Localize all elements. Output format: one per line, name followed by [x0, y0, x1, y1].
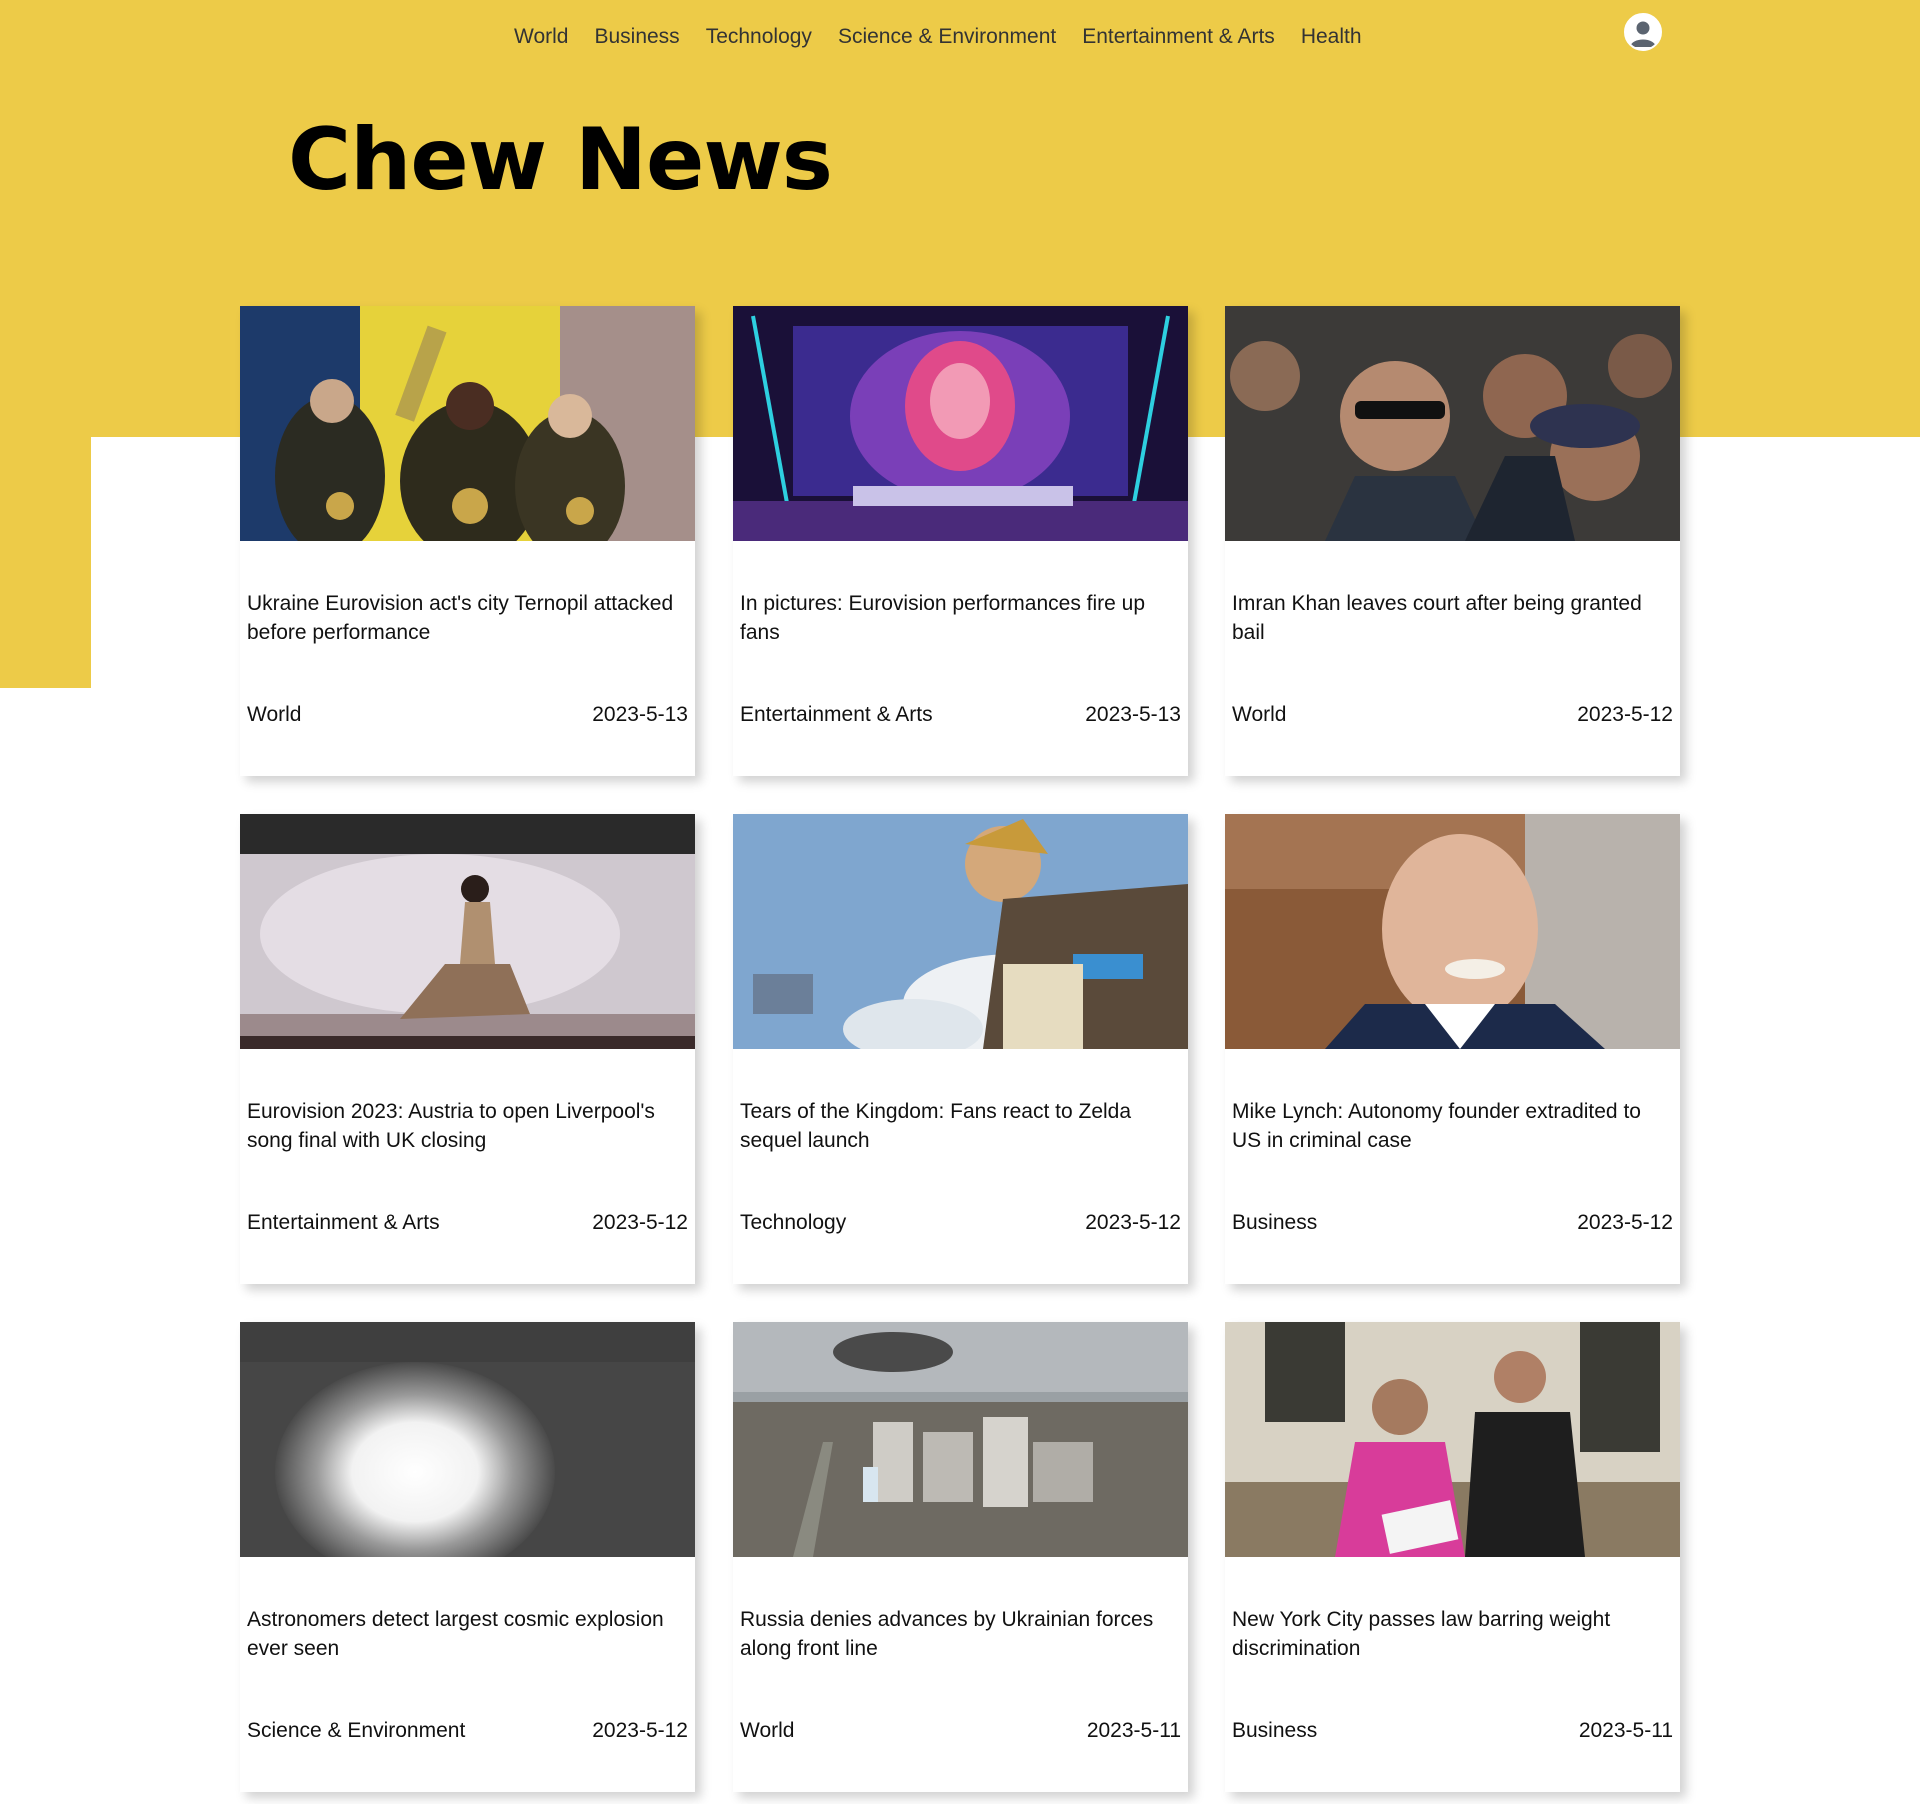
top-navigation: World Business Technology Science & Envi… — [0, 0, 1920, 74]
article-date: 2023-5-12 — [592, 1719, 688, 1742]
eurovision-performers-photo — [240, 306, 695, 541]
nav-item-world[interactable]: World — [501, 24, 581, 50]
article-category: Science & Environment — [247, 1719, 466, 1742]
article-category: Technology — [740, 1211, 847, 1234]
article-date: 2023-5-12 — [592, 1211, 688, 1234]
article-card[interactable]: Eurovision 2023: Austria to open Liverpo… — [240, 814, 695, 1284]
article-title[interactable]: Russia denies advances by Ukrainian forc… — [740, 1605, 1180, 1663]
article-card[interactable]: Imran Khan leaves court after being gran… — [1225, 306, 1680, 776]
article-card[interactable]: In pictures: Eurovision performances fir… — [733, 306, 1188, 776]
nav-item-science-environment[interactable]: Science & Environment — [825, 24, 1069, 50]
article-date: 2023-5-13 — [592, 703, 688, 726]
eurovision-stage-photo — [733, 306, 1188, 541]
article-category: Entertainment & Arts — [740, 703, 933, 726]
article-category: World — [740, 1719, 795, 1742]
user-avatar-icon[interactable] — [1624, 13, 1662, 51]
article-title[interactable]: New York City passes law barring weight … — [1232, 1605, 1672, 1663]
nav-item-health[interactable]: Health — [1288, 24, 1375, 50]
article-title[interactable]: Mike Lynch: Autonomy founder extradited … — [1232, 1097, 1672, 1155]
singer-on-stage-photo — [240, 814, 695, 1049]
article-date: 2023-5-11 — [1578, 1719, 1673, 1742]
article-card[interactable]: Mike Lynch: Autonomy founder extradited … — [1225, 814, 1680, 1284]
nav-item-entertainment-arts[interactable]: Entertainment & Arts — [1069, 24, 1288, 50]
article-date: 2023-5-13 — [1085, 703, 1181, 726]
nav-item-business[interactable]: Business — [581, 24, 692, 50]
article-date: 2023-5-11 — [1086, 1719, 1181, 1742]
article-card[interactable]: New York City passes law barring weight … — [1225, 1322, 1680, 1792]
article-date: 2023-5-12 — [1085, 1211, 1181, 1234]
article-category: World — [247, 703, 302, 726]
article-card[interactable]: Astronomers detect largest cosmic explos… — [240, 1322, 695, 1792]
article-date: 2023-5-12 — [1577, 703, 1673, 726]
article-card[interactable]: Tears of the Kingdom: Fans react to Zeld… — [733, 814, 1188, 1284]
article-card[interactable]: Ukraine Eurovision act's city Ternopil a… — [240, 306, 695, 776]
war-damaged-city-photo — [733, 1322, 1188, 1557]
article-title[interactable]: Eurovision 2023: Austria to open Liverpo… — [247, 1097, 687, 1155]
article-category: Entertainment & Arts — [247, 1211, 440, 1234]
article-category: World — [1232, 703, 1287, 726]
nav-item-technology[interactable]: Technology — [693, 24, 825, 50]
article-title[interactable]: Tears of the Kingdom: Fans react to Zeld… — [740, 1097, 1180, 1155]
article-title[interactable]: In pictures: Eurovision performances fir… — [740, 589, 1180, 647]
cosmic-explosion-image — [240, 1322, 695, 1557]
article-title[interactable]: Astronomers detect largest cosmic explos… — [247, 1605, 687, 1663]
article-category: Business — [1232, 1719, 1318, 1742]
mike-lynch-portrait-photo — [1225, 814, 1680, 1049]
activists-city-hall-photo — [1225, 1322, 1680, 1557]
imran-khan-crowd-photo — [1225, 306, 1680, 541]
page-title: Chew News — [288, 110, 833, 210]
article-card[interactable]: Russia denies advances by Ukrainian forc… — [733, 1322, 1188, 1792]
article-title[interactable]: Imran Khan leaves court after being gran… — [1232, 589, 1672, 647]
article-category: Business — [1232, 1211, 1318, 1234]
zelda-game-art — [733, 814, 1188, 1049]
article-title[interactable]: Ukraine Eurovision act's city Ternopil a… — [247, 589, 687, 647]
category-nav: World Business Technology Science & Envi… — [501, 24, 1375, 50]
decorative-background-block — [0, 437, 91, 688]
article-date: 2023-5-12 — [1577, 1211, 1673, 1234]
